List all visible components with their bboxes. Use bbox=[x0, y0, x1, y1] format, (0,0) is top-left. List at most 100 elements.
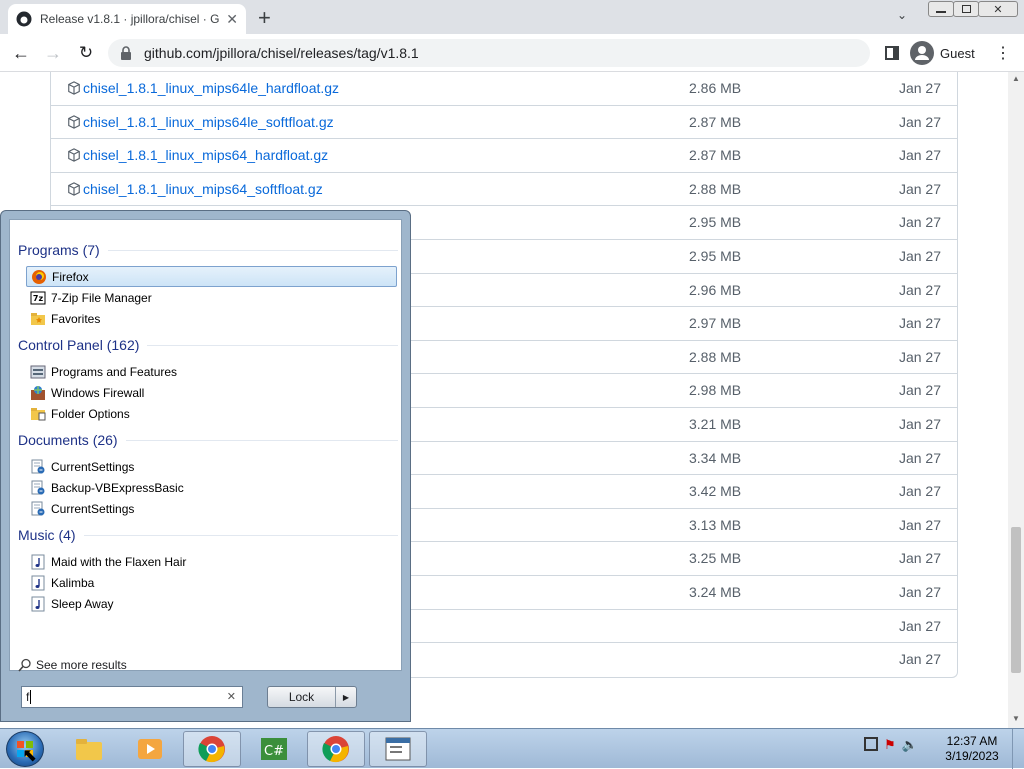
result-label: CurrentSettings bbox=[51, 501, 135, 516]
search-result-item[interactable]: Favorites bbox=[26, 308, 397, 329]
asset-link[interactable]: chisel_1.8.1_linux_mips64_softfloat.gz bbox=[67, 181, 323, 197]
result-label: CurrentSettings bbox=[51, 459, 135, 474]
url-text: github.com/jpillora/chisel/releases/tag/… bbox=[144, 45, 419, 61]
scrollbar[interactable]: ▲ ▼ bbox=[1008, 72, 1024, 728]
asset-date: Jan 27 bbox=[898, 583, 941, 600]
package-icon bbox=[68, 148, 80, 162]
asset-size: 3.13 MB bbox=[689, 516, 742, 533]
see-more-results-link[interactable]: See more results bbox=[18, 658, 127, 672]
action-center-flag-icon[interactable]: ⚑ bbox=[884, 737, 896, 753]
search-result-item[interactable]: Maid with the Flaxen Hair bbox=[26, 551, 397, 572]
search-result-item[interactable]: Programs and Features bbox=[26, 361, 397, 382]
asset-size: 2.95 MB bbox=[689, 247, 742, 264]
new-tab-icon[interactable]: + bbox=[258, 5, 271, 31]
firefox-icon bbox=[31, 269, 47, 285]
result-label: Folder Options bbox=[51, 406, 130, 421]
search-result-item[interactable]: Kalimba bbox=[26, 572, 397, 593]
asset-size: 2.96 MB bbox=[689, 281, 742, 298]
menu-icon[interactable]: ⋮ bbox=[990, 40, 1016, 66]
lock-options-arrow-icon[interactable]: ▶ bbox=[336, 687, 356, 707]
clock[interactable]: 12:37 AM 3/19/2023 bbox=[944, 734, 1000, 764]
package-icon bbox=[68, 114, 80, 129]
scrollbar-thumb[interactable] bbox=[1011, 527, 1021, 673]
document-icon bbox=[30, 480, 46, 496]
taskbar-app-window[interactable] bbox=[369, 731, 427, 767]
close-tab-icon[interactable]: ✕ bbox=[226, 11, 238, 28]
result-group-title[interactable]: Documents (26) bbox=[18, 432, 398, 448]
asset-size: 3.21 MB bbox=[689, 415, 742, 432]
taskbar-chrome-2[interactable] bbox=[307, 731, 365, 767]
result-group-title[interactable]: Control Panel (162) bbox=[18, 337, 398, 353]
taskbar-csharp-express[interactable]: C# bbox=[245, 731, 303, 767]
search-result-item[interactable]: CurrentSettings bbox=[26, 456, 397, 477]
lock-label: Lock bbox=[268, 687, 336, 707]
asset-date: Jan 27 bbox=[898, 180, 941, 197]
clear-search-icon[interactable]: ✕ bbox=[227, 690, 236, 703]
forward-button[interactable]: → bbox=[40, 40, 66, 66]
asset-size: 2.98 MB bbox=[689, 382, 742, 399]
music-icon bbox=[30, 554, 46, 570]
close-window-button[interactable]: ✕ bbox=[978, 1, 1018, 17]
folder-options-icon bbox=[30, 406, 46, 422]
mouse-cursor-icon: ⬉ bbox=[22, 745, 38, 765]
result-group-title[interactable]: Programs (7) bbox=[18, 242, 398, 258]
asset-link[interactable]: chisel_1.8.1_linux_mips64le_hardfloat.gz bbox=[67, 80, 339, 96]
asset-link[interactable]: chisel_1.8.1_linux_mips64le_softfloat.gz bbox=[67, 114, 334, 130]
asset-row: chisel_1.8.1_linux_mips64le_softfloat.gz… bbox=[51, 106, 957, 140]
chrome-icon bbox=[198, 736, 225, 763]
asset-date: Jan 27 bbox=[898, 617, 941, 634]
asset-date: Jan 27 bbox=[898, 80, 941, 96]
back-button[interactable]: ← bbox=[8, 40, 34, 66]
asset-size: 2.87 MB bbox=[689, 113, 742, 130]
asset-date: Jan 27 bbox=[898, 449, 941, 466]
programs-features-icon bbox=[30, 364, 46, 380]
taskbar-media-player[interactable] bbox=[121, 731, 179, 767]
result-group-title[interactable]: Music (4) bbox=[18, 527, 398, 543]
system-tray: ⚑ 🔈 bbox=[864, 737, 918, 753]
asset-date: Jan 27 bbox=[898, 247, 941, 264]
lock-button[interactable]: Lock ▶ bbox=[267, 686, 357, 708]
asset-date: Jan 27 bbox=[898, 516, 941, 533]
search-text: f bbox=[26, 690, 30, 704]
asset-size: 2.97 MB bbox=[689, 315, 742, 332]
asset-size: 2.88 MB bbox=[689, 348, 742, 365]
asset-size: 2.88 MB bbox=[689, 180, 742, 197]
tab-search-icon[interactable]: ⌄ bbox=[897, 8, 907, 22]
media-player-icon bbox=[138, 739, 162, 759]
restore-button[interactable] bbox=[953, 1, 979, 17]
taskbar-chrome-1[interactable] bbox=[183, 731, 241, 767]
scroll-down-icon[interactable]: ▼ bbox=[1012, 714, 1020, 723]
address-bar[interactable]: github.com/jpillora/chisel/releases/tag/… bbox=[108, 39, 870, 67]
taskbar-explorer[interactable] bbox=[60, 731, 118, 767]
search-result-item[interactable]: CurrentSettings bbox=[26, 498, 397, 519]
profile-button[interactable]: Guest bbox=[910, 40, 975, 66]
profile-label: Guest bbox=[940, 45, 975, 61]
tab-strip: Release v1.8.1 · jpillora/chisel · G ✕ +… bbox=[0, 0, 1024, 34]
start-search-input[interactable]: f ✕ bbox=[21, 686, 243, 708]
show-desktop-button[interactable] bbox=[1012, 729, 1024, 769]
search-result-item[interactable]: Backup-VBExpressBasic bbox=[26, 477, 397, 498]
scroll-up-icon[interactable]: ▲ bbox=[1012, 74, 1020, 83]
search-result-item[interactable]: 7z 7-Zip File Manager bbox=[26, 287, 397, 308]
search-result-item[interactable]: Firefox bbox=[26, 266, 397, 287]
search-result-item[interactable]: Sleep Away bbox=[26, 593, 397, 614]
tab-title: Release v1.8.1 · jpillora/chisel · G bbox=[40, 12, 220, 26]
group-divider bbox=[83, 534, 398, 536]
reload-button[interactable]: ↻ bbox=[73, 40, 99, 66]
text-cursor bbox=[30, 690, 32, 704]
volume-icon[interactable]: 🔈 bbox=[902, 737, 918, 753]
network-icon[interactable] bbox=[864, 737, 878, 751]
result-label: Programs and Features bbox=[51, 364, 178, 379]
asset-date: Jan 27 bbox=[898, 651, 941, 668]
asset-name: chisel_1.8.1_linux_mips64le_hardfloat.gz bbox=[83, 80, 340, 96]
firewall-icon bbox=[30, 385, 46, 401]
search-result-item[interactable]: Windows Firewall bbox=[26, 382, 397, 403]
package-icon bbox=[68, 81, 80, 95]
minimize-button[interactable] bbox=[928, 1, 954, 17]
search-result-item[interactable]: Folder Options bbox=[26, 403, 397, 424]
browser-tab[interactable]: Release v1.8.1 · jpillora/chisel · G ✕ bbox=[8, 4, 246, 34]
side-panel-icon[interactable] bbox=[879, 40, 905, 66]
asset-date: Jan 27 bbox=[898, 315, 941, 332]
asset-link[interactable]: chisel_1.8.1_linux_mips64_hardfloat.gz bbox=[67, 147, 328, 163]
asset-date: Jan 27 bbox=[898, 147, 941, 164]
